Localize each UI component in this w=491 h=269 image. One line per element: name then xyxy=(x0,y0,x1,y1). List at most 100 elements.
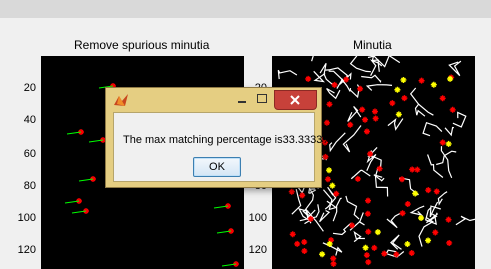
ridge-line xyxy=(448,60,462,77)
ridge-line xyxy=(374,167,389,197)
ridge-line xyxy=(390,234,402,250)
minutia-marker xyxy=(381,250,388,257)
branch-marker xyxy=(374,229,381,236)
maximize-button[interactable] xyxy=(256,90,268,108)
maximize-icon xyxy=(257,94,267,103)
top-strip xyxy=(0,0,491,18)
ridge-line xyxy=(277,69,298,80)
dialog-body: The max matching percentage is33.3333% O… xyxy=(113,112,332,182)
branch-marker xyxy=(430,81,437,88)
branch-marker xyxy=(445,140,452,147)
minutia-marker xyxy=(362,116,369,123)
right-ytick-label: 120 xyxy=(248,244,267,256)
minutia-marker xyxy=(398,176,405,183)
left-ytick-label: 120 xyxy=(17,244,36,256)
ridge-line xyxy=(328,70,351,92)
branch-marker xyxy=(404,241,411,248)
minutia-marker xyxy=(294,240,301,247)
right-panel-title: Minutia xyxy=(353,38,392,52)
minutia-marker xyxy=(433,188,440,195)
close-button[interactable] xyxy=(274,90,317,110)
minutia-marker xyxy=(330,255,337,262)
minutia-marker xyxy=(347,121,354,128)
ridge-line xyxy=(313,70,326,83)
minutia-marker xyxy=(301,248,308,255)
branch-marker xyxy=(325,167,332,174)
branch-marker xyxy=(329,182,336,189)
left-panel-title: Remove spurious minutia xyxy=(74,38,210,52)
minutia-marker xyxy=(364,210,371,217)
minutia-marker xyxy=(446,239,453,246)
minutia-marker xyxy=(365,197,372,204)
branch-marker xyxy=(319,251,326,258)
minutia-marker xyxy=(365,259,372,266)
ridge-line xyxy=(452,111,467,128)
ridge-line xyxy=(326,87,341,100)
minutia-marker xyxy=(414,166,421,173)
minutia-marker xyxy=(399,210,406,217)
minutia-marker xyxy=(445,216,452,223)
ridge-line xyxy=(311,56,314,62)
minutia-marker xyxy=(289,231,296,238)
minimize-icon xyxy=(238,101,246,103)
ridge-line xyxy=(409,205,425,217)
ridge-line xyxy=(332,222,352,236)
ridge-line xyxy=(304,188,316,211)
ridge-line xyxy=(298,207,309,221)
ridge-line xyxy=(437,191,448,206)
ridge-line xyxy=(387,118,404,131)
minutia-marker xyxy=(363,252,370,259)
ridge-line xyxy=(347,105,362,122)
ridge-line xyxy=(361,74,382,83)
minutia-marker xyxy=(409,166,416,173)
minutia-marker xyxy=(288,188,295,195)
branch-marker xyxy=(400,76,407,83)
left-ytick-label: 60 xyxy=(23,148,36,160)
ridge-line xyxy=(325,67,349,83)
ridge-line xyxy=(319,209,331,223)
branch-marker xyxy=(394,86,401,93)
minutia-marker xyxy=(418,77,425,84)
minutia-marker xyxy=(389,100,396,107)
left-ytick-label: 80 xyxy=(23,180,36,192)
left-ytick-label: 20 xyxy=(23,82,36,94)
minutia-marker xyxy=(432,229,439,236)
ridge-line xyxy=(322,242,343,256)
ridge-line xyxy=(349,56,371,73)
ridge-line xyxy=(349,84,360,99)
ridge-line xyxy=(342,125,362,153)
minutia-marker xyxy=(425,187,432,194)
branch-marker xyxy=(362,244,369,251)
minutia-marker xyxy=(372,115,379,122)
left-ytick-label: 100 xyxy=(17,212,36,224)
ridge-line xyxy=(353,230,365,243)
ridge-line xyxy=(350,169,371,180)
minutia-marker xyxy=(363,128,370,135)
ridge-line xyxy=(365,84,393,91)
left-ytick-label: 40 xyxy=(23,114,36,126)
minutia-marker xyxy=(354,175,361,182)
ridge-line xyxy=(409,87,434,116)
dialog-message: The max matching percentage is33.3333% xyxy=(123,134,333,146)
ridge-line xyxy=(427,154,444,178)
minutia-marker xyxy=(401,95,408,102)
minutia-marker xyxy=(439,139,446,146)
ok-button[interactable]: OK xyxy=(193,157,241,177)
message-dialog[interactable]: The max matching percentage is33.3333% O… xyxy=(105,87,332,188)
minimize-button[interactable] xyxy=(236,90,248,108)
ridge-line xyxy=(386,212,402,229)
minutia-marker xyxy=(323,119,330,126)
minutia-marker xyxy=(365,228,372,235)
branch-marker xyxy=(425,237,432,244)
minutia-marker xyxy=(301,239,308,246)
right-ytick-label: 100 xyxy=(248,212,267,224)
minutia-marker xyxy=(371,108,378,115)
minutia-marker xyxy=(371,244,378,251)
minutia-marker xyxy=(305,75,312,82)
minutia-marker xyxy=(408,250,415,257)
ridge-line xyxy=(444,126,454,137)
ridge-line xyxy=(332,197,342,222)
minutia-marker xyxy=(359,106,366,113)
minutia-marker xyxy=(299,192,306,199)
minutia-marker xyxy=(326,101,333,108)
